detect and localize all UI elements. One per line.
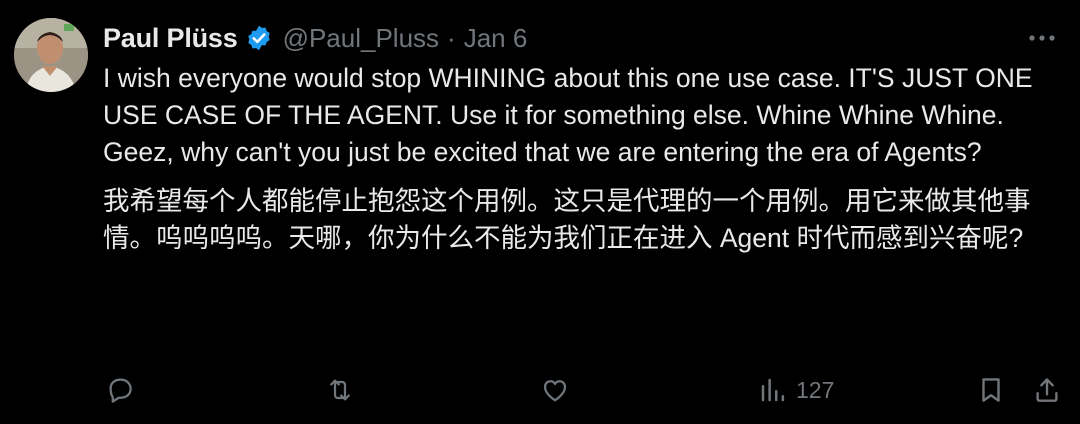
action-bar: 127 bbox=[103, 370, 1062, 410]
tweet-text: I wish everyone would stop WHINING about… bbox=[103, 60, 1053, 257]
tweet-paragraph-english: I wish everyone would stop WHINING about… bbox=[103, 63, 1033, 167]
like-button[interactable] bbox=[540, 370, 570, 410]
like-icon bbox=[543, 380, 567, 402]
reply-button[interactable] bbox=[105, 370, 135, 410]
separator-dot: · bbox=[447, 22, 456, 53]
reply-icon bbox=[109, 378, 132, 403]
author-name[interactable]: Paul Plüss bbox=[103, 23, 238, 54]
bookmark-icon bbox=[982, 378, 1000, 402]
tweet-date[interactable]: Jan 6 bbox=[464, 23, 528, 54]
share-icon bbox=[1036, 378, 1058, 402]
author-handle[interactable]: @Paul_Pluss bbox=[283, 23, 439, 54]
tweet-paragraph-chinese: 我希望每个人都能停止抱怨这个用例。这只是代理的一个用例。用它来做其他事情。呜呜呜… bbox=[103, 186, 1031, 253]
avatar[interactable] bbox=[14, 18, 88, 92]
retweet-icon bbox=[330, 379, 350, 401]
verified-badge-icon bbox=[245, 24, 273, 52]
avatar-image bbox=[14, 18, 88, 92]
bookmark-button[interactable] bbox=[976, 370, 1006, 410]
tweet-header: Paul Plüss @Paul_Pluss · Jan 6 bbox=[103, 20, 1060, 56]
more-icon[interactable] bbox=[1024, 24, 1060, 52]
views-count: 127 bbox=[796, 376, 835, 403]
share-button[interactable] bbox=[1032, 370, 1062, 410]
views-icon bbox=[761, 378, 785, 402]
views-button[interactable]: 127 bbox=[758, 370, 834, 410]
retweet-button[interactable] bbox=[325, 370, 355, 410]
